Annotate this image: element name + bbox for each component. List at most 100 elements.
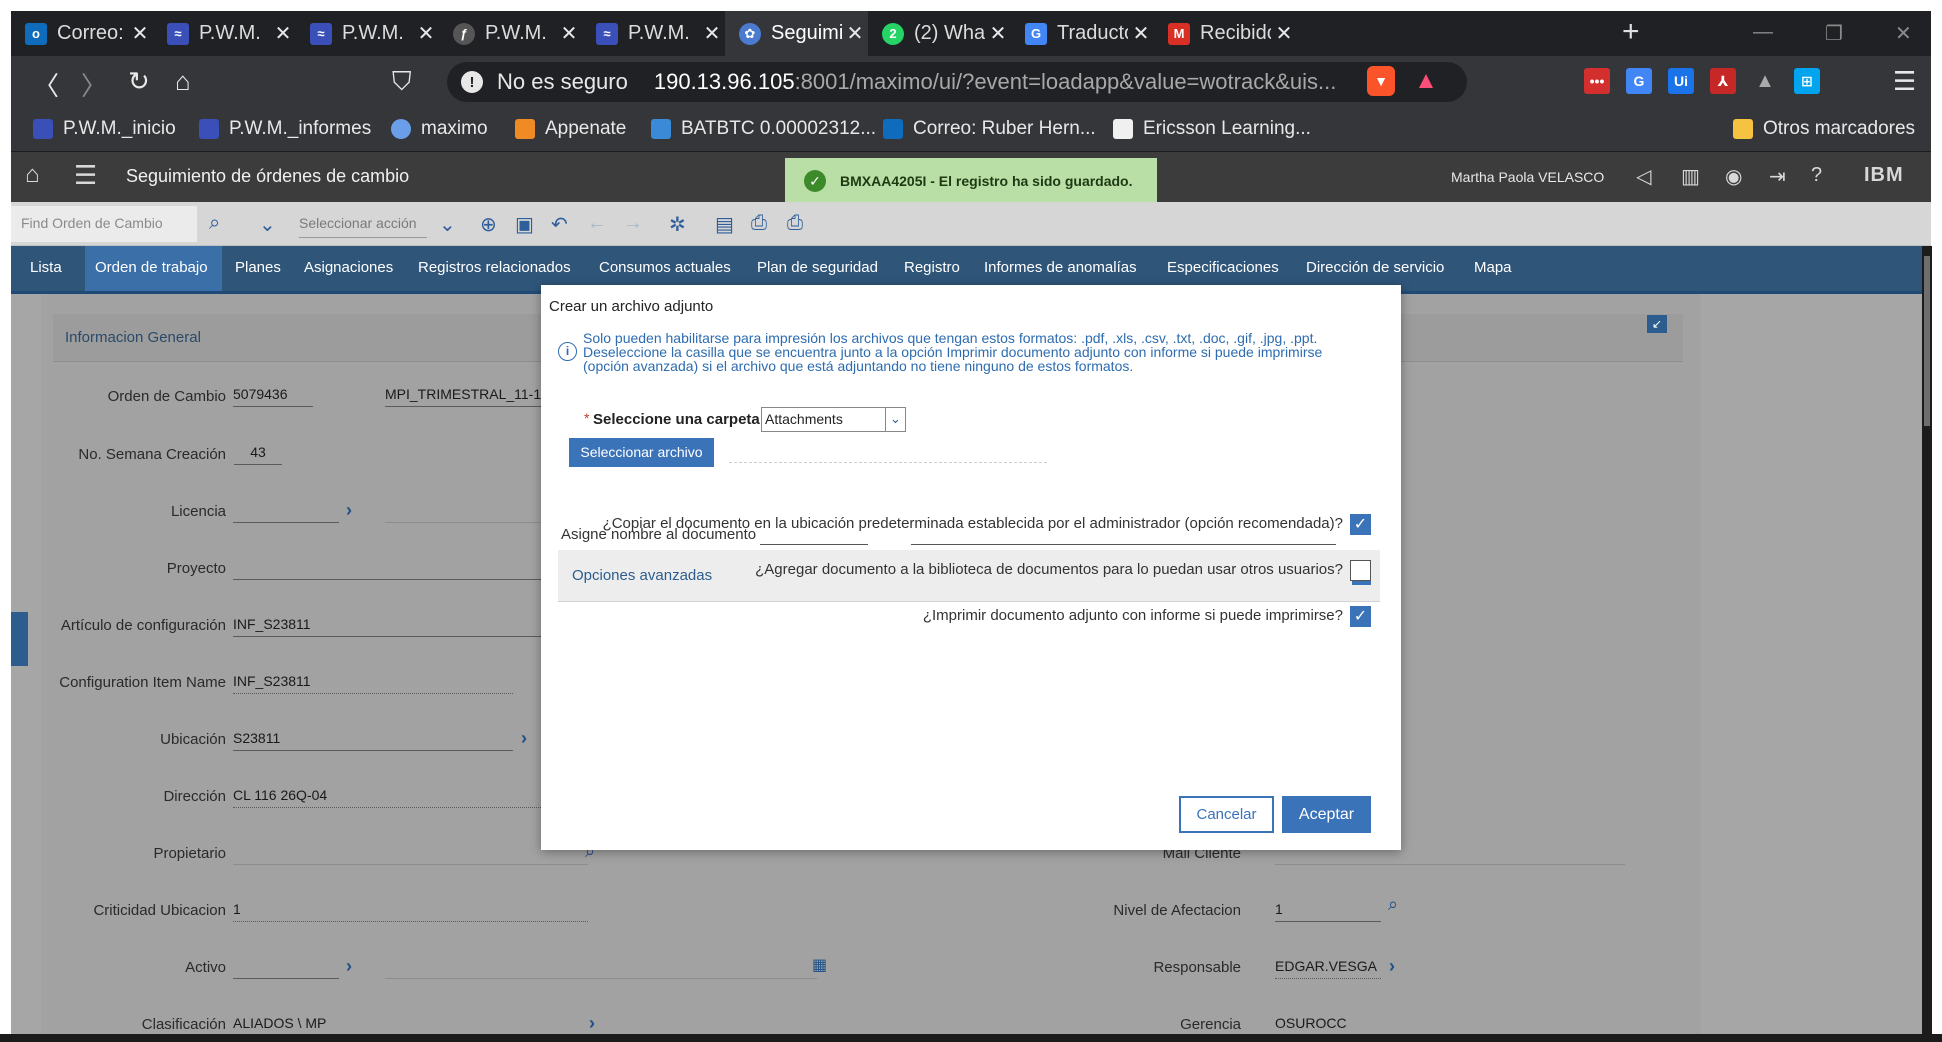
bookmark-batbtc[interactable]: BATBTC 0.00002312... [651,118,876,140]
semana-input[interactable]: 43 [234,441,282,465]
cancel-button[interactable]: Cancelar [1179,796,1274,833]
bookmark-appenate[interactable]: Appenate [515,118,626,140]
close-tab-icon[interactable]: ✕ [842,21,868,46]
clasificacion-input[interactable]: ALIADOS \ MP [233,1012,588,1034]
save-icon[interactable]: ▣ [515,212,534,237]
accept-button[interactable]: Aceptar [1282,796,1371,833]
signout-icon[interactable]: ⇥ [1769,164,1786,189]
responsable-input[interactable]: EDGAR.VESGA [1275,955,1381,979]
option-library-checkbox[interactable] [1350,560,1371,581]
folder-select[interactable]: Attachments ⌄ [761,407,906,432]
bookmark-correo[interactable]: Correo: Ruber Hern... [883,118,1096,140]
brave-shield-icon[interactable]: ▼ [1367,66,1395,96]
browser-tab-translate[interactable]: G Traductor d✕ [1011,11,1154,56]
print-alt-icon[interactable]: ⎙ [787,212,803,235]
close-tab-icon[interactable]: ✕ [1271,21,1297,46]
chevron-right-icon[interactable]: › [346,956,352,977]
brave-rewards-icon[interactable]: ▲ [1413,67,1439,94]
proyecto-input[interactable] [233,556,547,580]
close-tab-icon[interactable]: ✕ [413,21,439,46]
bookmark-icon[interactable]: ⛉ [392,66,412,98]
document-name-input[interactable] [760,544,868,545]
action-select[interactable]: Seleccionar acción [299,210,427,238]
back-icon[interactable]: 〈 [33,66,59,103]
chevron-right-icon[interactable]: › [346,500,352,521]
bookmark-pwm-informes[interactable]: P.W.M._informes [199,118,371,140]
home-icon[interactable]: ⌂ [175,66,191,97]
activo-input[interactable] [233,955,339,979]
browser-tab-pwm-4[interactable]: ≈ P.W.M. ✕ [582,11,725,56]
home-icon[interactable]: ⌂ [25,161,40,189]
bookmark-ericsson[interactable]: Ericsson Learning... [1113,118,1311,140]
browser-tab-pwm-1[interactable]: ≈ P.W.M. ✕ [153,11,296,56]
propietario-input[interactable] [233,864,588,865]
help-icon[interactable]: ? [1811,164,1822,187]
browser-tab-whatsapp[interactable]: 2 (2) WhatsAp✕ [868,11,1011,56]
chevron-down-icon[interactable]: ⌄ [885,408,905,431]
chevron-right-icon[interactable]: › [521,728,527,749]
drive-ext-icon[interactable]: ▲ [1752,68,1778,94]
collapse-section-icon[interactable]: ↙ [1647,315,1667,333]
close-window-icon[interactable]: ✕ [1895,21,1912,46]
browser-tab-gmail[interactable]: M Recibidos (✕ [1154,11,1297,56]
reports-icon[interactable]: ▥ [1681,164,1700,189]
restore-icon[interactable]: ❐ [1825,21,1843,46]
new-record-icon[interactable]: ⊕ [480,212,497,237]
bookmark-other[interactable]: Otros marcadores [1733,118,1915,140]
minimize-icon[interactable]: — [1753,21,1773,44]
chevron-right-icon[interactable]: › [1389,956,1395,977]
close-tab-icon[interactable]: ✕ [127,21,153,46]
menu-icon[interactable]: ☰ [74,160,97,191]
profile-icon[interactable]: ◉ [1725,164,1742,189]
workflow-icon[interactable]: ✲ [669,212,686,237]
browser-tab-seguimiento[interactable]: ✿ Seguimient✕ [725,11,868,56]
chevron-right-icon[interactable]: › [589,1013,595,1034]
close-tab-icon[interactable]: ✕ [1128,21,1154,46]
undo-icon[interactable]: ↶ [551,212,568,237]
chevron-down-icon[interactable]: ⌄ [259,212,276,237]
previous-icon[interactable]: ← [587,212,607,235]
pdf-ext-icon[interactable]: ⅄ [1710,68,1736,94]
tab-lista[interactable]: Lista [11,246,81,291]
bulletins-icon[interactable]: ◁ [1636,164,1651,189]
chevron-down-icon[interactable]: ⌄ [439,212,456,237]
browser-tab-pwm-2[interactable]: ≈ P.W.M. ✕ [296,11,439,56]
search-icon[interactable]: ⌕ [209,212,220,235]
scrollbar-thumb[interactable] [1924,256,1930,426]
close-tab-icon[interactable]: ✕ [556,21,582,46]
mail-cliente-input[interactable] [1275,864,1625,865]
close-tab-icon[interactable]: ✕ [985,21,1011,46]
bookmark-maximo[interactable]: maximo [391,118,488,140]
next-icon[interactable]: → [623,212,643,235]
tab-planes[interactable]: Planes [235,246,281,291]
document-icon[interactable]: ▤ [715,212,734,237]
articulo-input[interactable]: INF_S23811 [233,613,547,637]
licencia-input[interactable] [233,499,339,523]
address-bar[interactable]: ! No es seguro 190.13.96.105:8001/maximo… [447,62,1467,102]
bookmark-pwm-inicio[interactable]: P.W.M._inicio [33,118,176,140]
orden-description-input[interactable]: MPI_TRIMESTRAL_11-1 [385,383,547,407]
ubicacion-input[interactable]: S23811 [233,727,513,751]
browser-menu-icon[interactable]: ☰ [1893,66,1916,97]
print-icon[interactable]: ⎙ [751,212,767,235]
new-tab-icon[interactable]: + [1622,15,1640,49]
google-translate-ext-icon[interactable]: G [1626,68,1652,94]
close-tab-icon[interactable]: ✕ [699,21,725,46]
tab-asignaciones[interactable]: Asignaciones [304,246,393,291]
tab-mapa[interactable]: Mapa [1474,246,1512,291]
extension-dots-icon[interactable]: ••• [1584,68,1610,94]
uipath-ext-icon[interactable]: Ui [1668,68,1694,94]
search-icon[interactable]: ⌕ [1388,894,1398,915]
option-print-checkbox[interactable]: ✓ [1350,606,1371,627]
document-description-input[interactable] [911,544,1336,545]
browser-tab-outlook[interactable]: o Correo: Rub✕ [11,11,153,56]
reload-icon[interactable]: ↻ [128,66,150,97]
orden-input[interactable]: 5079436 [233,383,313,407]
find-input[interactable]: Find Orden de Cambio [11,206,197,242]
tab-orden-de-trabajo[interactable]: Orden de trabajo [85,246,222,291]
nivel-input[interactable]: 1 [1275,898,1381,922]
forward-icon[interactable]: 〉 [81,66,107,103]
select-file-button[interactable]: Seleccionar archivo [569,438,714,467]
calendar-icon[interactable]: ▦ [812,955,827,975]
side-drawer-handle[interactable] [11,612,28,666]
